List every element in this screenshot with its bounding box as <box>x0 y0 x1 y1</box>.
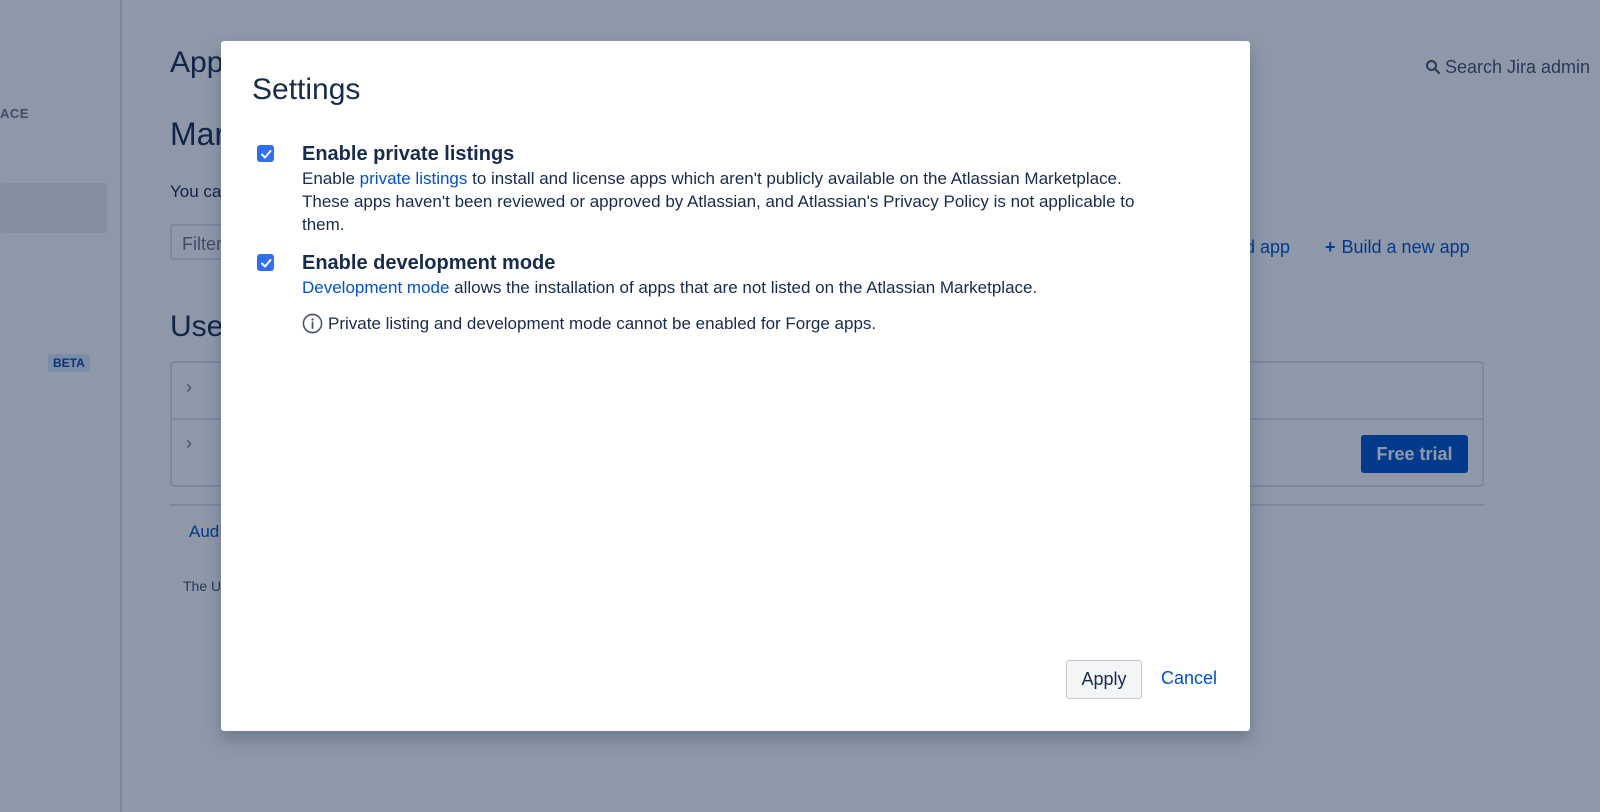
private-listings-checkbox[interactable] <box>257 145 274 162</box>
development-mode-link[interactable]: Development mode <box>302 278 449 297</box>
forge-apps-note: Private listing and development mode can… <box>302 313 876 334</box>
option-title: Enable development mode <box>302 252 556 274</box>
development-mode-checkbox[interactable] <box>257 254 274 271</box>
private-listings-link[interactable]: private listings <box>360 169 468 188</box>
option-description: Enable private listings to install and l… <box>302 167 1172 236</box>
check-icon <box>260 258 271 267</box>
note-text: Private listing and development mode can… <box>328 313 877 333</box>
apply-button[interactable]: Apply <box>1066 660 1142 699</box>
cancel-button[interactable]: Cancel <box>1161 668 1217 689</box>
option-description: Development mode allows the installation… <box>302 276 1172 299</box>
info-icon <box>302 313 323 334</box>
dialog-title: Settings <box>252 73 361 106</box>
option-desc-text: allows the installation of apps that are… <box>449 278 1038 297</box>
check-icon <box>260 149 271 158</box>
settings-dialog: Settings Enable private listings Enable … <box>221 41 1250 731</box>
option-desc-text: Enable <box>302 169 360 188</box>
option-title: Enable private listings <box>302 143 515 165</box>
